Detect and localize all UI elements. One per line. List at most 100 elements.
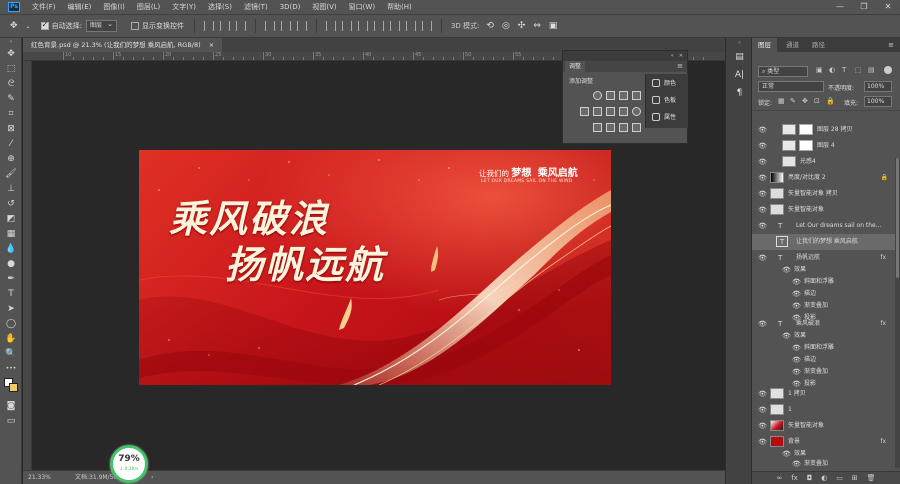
visibility-eye-icon[interactable]: 👁: [758, 142, 767, 150]
layer-row[interactable]: 👁 T Let Our dreams sail on the...: [752, 218, 900, 234]
tab-channels[interactable]: 通道: [780, 38, 805, 52]
visibility-eye-icon[interactable]: 👁: [782, 332, 791, 340]
tab-paths[interactable]: 路径: [806, 38, 831, 52]
lock-pixels-icon[interactable]: ✎: [790, 97, 796, 105]
blur-tool-icon[interactable]: 💧: [0, 241, 22, 256]
paragraph-icon[interactable]: ¶: [726, 84, 753, 102]
link-layers-icon[interactable]: ∞: [776, 474, 782, 482]
layer-row[interactable]: 👁 图层 28 拷贝: [752, 122, 900, 138]
effect-row[interactable]: 👁 渐变叠加: [752, 366, 900, 378]
levels-icon[interactable]: [606, 91, 615, 100]
lock-position-icon[interactable]: ✥: [802, 97, 808, 105]
chevron-down-icon[interactable]: ⌄: [26, 23, 31, 30]
distribute-top-icon[interactable]: [325, 21, 336, 31]
visibility-eye-icon[interactable]: 👁: [758, 190, 767, 198]
eyedropper-tool-icon[interactable]: ⁄: [0, 136, 22, 151]
ellipse-tool-icon[interactable]: ◯: [0, 316, 22, 331]
marquee-tool-icon[interactable]: ⬚: [0, 61, 22, 76]
properties-panel-button[interactable]: 属性: [646, 108, 688, 125]
align-right-icon[interactable]: [296, 21, 307, 31]
visibility-eye-icon[interactable]: 👁: [758, 422, 767, 430]
adjustments-panel-header[interactable]: « ✕: [563, 51, 687, 61]
auto-align-icon[interactable]: [421, 21, 432, 31]
filter-shape-icon[interactable]: ⬚: [855, 66, 862, 74]
invert-icon[interactable]: [593, 123, 602, 132]
show-transform-checkbox[interactable]: [130, 22, 139, 30]
distribute-center-icon[interactable]: [389, 21, 400, 31]
photo-filter-icon[interactable]: [632, 107, 641, 116]
document-tab[interactable]: 红色背景.psd @ 21.3% (让我们的梦想 乘风启航, RGB/8) ×: [23, 38, 223, 52]
visibility-eye-icon[interactable]: 👁: [782, 266, 791, 274]
visibility-eye-icon[interactable]: 👁: [792, 460, 801, 468]
quick-mask-icon[interactable]: ◙: [0, 398, 22, 413]
filter-toggle[interactable]: [884, 66, 892, 74]
lock-artboard-icon[interactable]: ⊡: [814, 97, 820, 105]
lock-all-icon[interactable]: 🔒: [826, 97, 835, 105]
effect-row[interactable]: 👁 描边: [752, 288, 900, 300]
menu-image[interactable]: 图像(I): [97, 0, 131, 14]
minimize-button[interactable]: —: [828, 0, 852, 14]
distribute-left-icon[interactable]: [373, 21, 384, 31]
delete-layer-icon[interactable]: 🗑: [867, 474, 876, 482]
layer-filter-dropdown[interactable]: ⌕ 类型: [758, 66, 808, 77]
hand-tool-icon[interactable]: ✋: [0, 331, 22, 346]
3d-roll-icon[interactable]: ◎: [502, 21, 510, 31]
align-bottom-icon[interactable]: [235, 21, 246, 31]
menu-select[interactable]: 选择(S): [202, 0, 238, 14]
add-style-icon[interactable]: fx: [791, 474, 798, 482]
align-top-icon[interactable]: [203, 21, 214, 31]
3d-scale-icon[interactable]: ▣: [549, 21, 558, 31]
screen-mode-icon[interactable]: ▭: [0, 413, 22, 428]
gradient-tool-icon[interactable]: ▦: [0, 226, 22, 241]
stamp-tool-icon[interactable]: ⊥: [0, 181, 22, 196]
type-tool-icon[interactable]: T: [0, 286, 22, 301]
filter-smart-object-icon[interactable]: ▤: [868, 66, 875, 74]
align-middle-icon[interactable]: [219, 21, 230, 31]
tab-layers[interactable]: 图层: [752, 38, 777, 52]
healing-brush-tool-icon[interactable]: ⊕: [0, 151, 22, 166]
lock-transparent-icon[interactable]: ▦: [778, 97, 785, 105]
add-mask-icon[interactable]: ◘: [807, 474, 813, 482]
curves-icon[interactable]: [619, 91, 628, 100]
visibility-eye-icon[interactable]: 👁: [758, 438, 767, 446]
new-layer-icon[interactable]: ⊞: [852, 474, 858, 482]
visibility-eye-icon[interactable]: 👁: [758, 158, 767, 166]
distribute-middle-icon[interactable]: [341, 21, 352, 31]
vibrance-icon[interactable]: [580, 107, 589, 116]
opacity-input[interactable]: 100%: [864, 81, 892, 92]
effect-row[interactable]: 👁 渐变叠加: [752, 458, 900, 470]
filter-adjustment-icon[interactable]: ◐: [829, 66, 835, 74]
visibility-eye-icon[interactable]: 👁: [782, 450, 791, 458]
align-left-icon[interactable]: [264, 21, 275, 31]
black-white-icon[interactable]: [619, 107, 628, 116]
collapse-arrows-icon[interactable]: »: [0, 38, 22, 46]
eraser-tool-icon[interactable]: ◩: [0, 211, 22, 226]
background-color-swatch[interactable]: [9, 383, 18, 392]
effect-row[interactable]: 👁 斜面和浮雕: [752, 342, 900, 354]
lasso-tool-icon[interactable]: ᘓ: [0, 76, 22, 91]
visibility-eye-icon[interactable]: 👁: [792, 302, 801, 310]
effect-row[interactable]: 👁 渐变叠加: [752, 300, 900, 312]
swatches-panel-button[interactable]: 色板: [646, 91, 688, 108]
visibility-eye-icon[interactable]: 👁: [758, 126, 767, 134]
panel-menu-icon[interactable]: ≡: [677, 61, 683, 72]
gradient-map-icon[interactable]: [632, 123, 641, 132]
effects-header-row[interactable]: 👁 效果: [752, 264, 900, 276]
menu-help[interactable]: 帮助(H): [381, 0, 418, 14]
new-group-icon[interactable]: ▭: [836, 474, 843, 482]
menu-window[interactable]: 窗口(W): [343, 0, 381, 14]
collapse-arrows-icon[interactable]: «: [726, 38, 753, 48]
exposure-icon[interactable]: [632, 91, 641, 100]
effect-row[interactable]: 👁 描边: [752, 354, 900, 366]
close-panel-icon[interactable]: ✕: [679, 53, 683, 59]
panel-menu-icon[interactable]: ≡: [888, 38, 894, 52]
history-icon[interactable]: ▤: [726, 48, 753, 66]
visibility-eye-icon[interactable]: 👁: [792, 356, 801, 364]
filter-pixel-icon[interactable]: ▣: [816, 66, 823, 74]
distribute-right-icon[interactable]: [405, 21, 416, 31]
menu-layer[interactable]: 图层(L): [131, 0, 166, 14]
restore-button[interactable]: ❐: [852, 0, 876, 14]
posterize-icon[interactable]: [606, 123, 615, 132]
distribute-bottom-icon[interactable]: [357, 21, 368, 31]
visibility-eye-icon[interactable]: 👁: [758, 206, 767, 214]
